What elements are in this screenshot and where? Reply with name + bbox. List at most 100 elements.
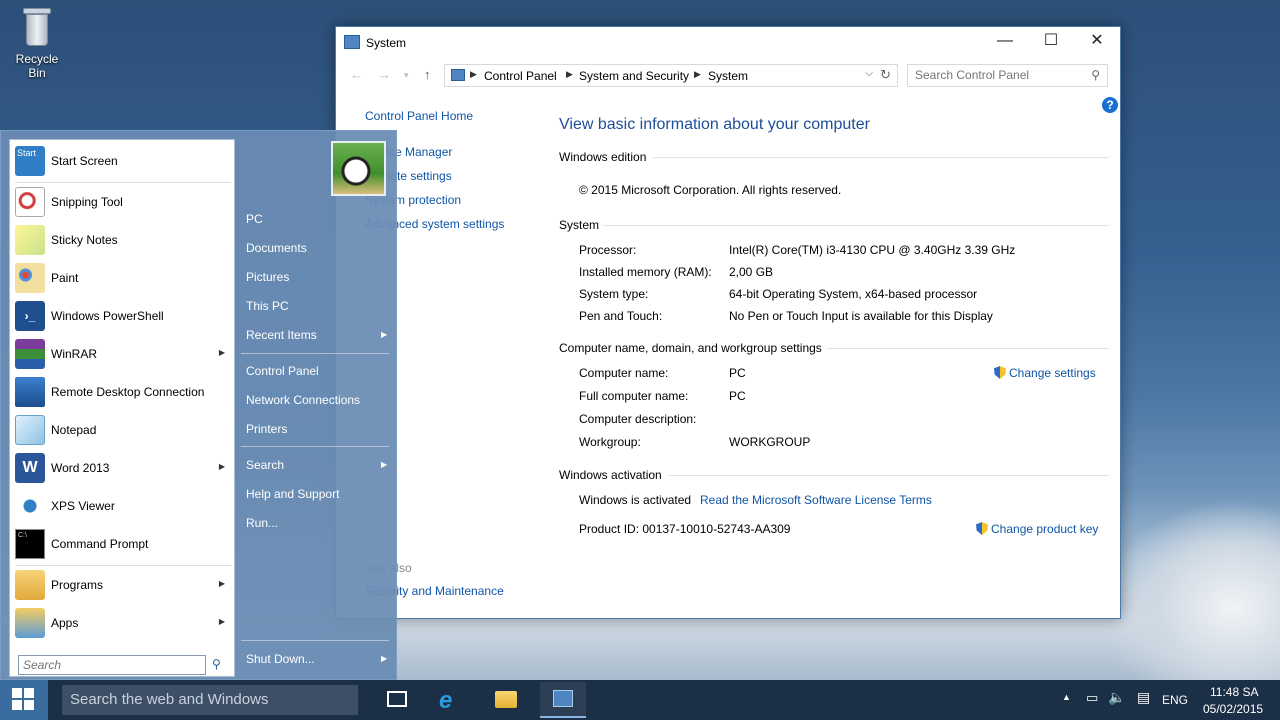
snipping-tool-icon [15,187,45,217]
forward-arrow-icon[interactable]: → [378,67,391,82]
control-panel-taskbar-button[interactable] [540,682,586,718]
action-center-icon[interactable]: ▤ [1137,689,1150,706]
start-search-input[interactable] [18,655,206,675]
menu-item-search[interactable]: Search ▶ [246,458,387,472]
windows-logo-icon [12,688,34,710]
up-arrow-icon[interactable]: ↑ [424,67,431,82]
memory-value: 2,00 GB [729,265,774,279]
processor-value: Intel(R) Core(TM) i3-4130 CPU @ 3.40GHz … [729,243,1016,257]
programs-icon [15,570,45,600]
change-settings-label[interactable]: Change settings [1009,366,1096,380]
system-type-value: 64-bit Operating System, x64-based proce… [729,287,978,301]
item-label: Snipping Tool [51,195,123,209]
menu-item-help-support[interactable]: Help and Support [246,487,339,501]
search-control-panel[interactable]: ⚲ [907,64,1108,87]
start-menu-item[interactable]: WinRAR ▶ [15,337,231,371]
title-bar[interactable]: System — ☐ ✕ [336,27,1120,59]
start-menu-item[interactable]: ›_ Windows PowerShell [15,299,231,333]
workgroup-label: Workgroup: [579,435,641,449]
address-bar[interactable]: ▶ Control Panel ▶ System and Security ▶ … [444,64,898,87]
start-menu-item[interactable]: Snipping Tool [15,185,231,219]
chevron-right-icon[interactable]: ▶ [694,69,701,80]
refresh-icon[interactable]: ↻ [880,67,891,83]
chevron-down-icon[interactable]: ⌵ [865,68,873,79]
menu-item-pc[interactable]: PC [246,212,263,226]
taskbar-search[interactable]: Search the web and Windows [62,685,358,715]
start-button[interactable] [0,680,48,720]
start-menu-programs: Start Start Screen Snipping Tool Sticky … [9,139,235,677]
help-icon[interactable]: ? [1102,97,1118,113]
section-title: Windows edition [559,150,647,164]
remote-desktop-icon [15,377,45,407]
start-menu-item[interactable]: C:\ Command Prompt [15,527,231,561]
minimize-button[interactable]: — [982,27,1028,57]
memory-label: Installed memory (RAM): [579,265,712,279]
volume-icon[interactable]: 🔈 [1108,689,1125,706]
control-panel-home-link[interactable]: Control Panel Home [365,109,473,123]
menu-item-run[interactable]: Run... [246,516,278,530]
start-menu-item[interactable]: XPS Viewer [15,489,231,523]
menu-item-pictures[interactable]: Pictures [246,270,289,284]
start-menu-item[interactable]: W Word 2013 ▶ [15,451,231,485]
activation-status: Windows is activated [579,493,692,507]
change-settings-link[interactable]: Change settings [994,366,1096,380]
clock-date[interactable]: 05/02/2015 [1203,702,1263,716]
menu-item-control-panel[interactable]: Control Panel [246,364,319,378]
recycle-bin[interactable]: Recycle Bin [6,6,68,80]
language-indicator[interactable]: ENG [1162,693,1188,707]
start-menu-item[interactable]: Start Start Screen [15,144,231,178]
breadcrumb-system[interactable]: System [708,69,748,83]
item-label: Shut Down... [246,652,315,666]
recent-locations-icon[interactable]: ▾ [404,70,409,81]
license-terms-link[interactable]: Read the Microsoft Software License Term… [700,493,932,507]
breadcrumb-control-panel[interactable]: Control Panel [484,69,557,83]
menu-item-recent-items[interactable]: Recent Items ▶ [246,328,387,342]
xps-viewer-icon [15,491,45,521]
menu-item-this-pc[interactable]: This PC [246,299,289,313]
chevron-up-icon[interactable]: ▲ [1062,692,1071,702]
recycle-bin-label: Recycle Bin [15,52,59,80]
start-menu-item[interactable]: Notepad [15,413,231,447]
change-product-key-link[interactable]: Change product key [976,522,1098,536]
maximize-button[interactable]: ☐ [1028,27,1074,57]
internet-explorer-button[interactable]: e [427,682,473,718]
network-icon[interactable]: ▭ [1086,690,1098,706]
divider [15,182,231,183]
change-product-key-label[interactable]: Change product key [991,522,1098,536]
divider [653,157,1109,158]
chevron-right-icon[interactable]: ▶ [470,69,477,80]
menu-item-printers[interactable]: Printers [246,422,287,436]
divider [241,446,389,447]
close-button[interactable]: ✕ [1074,27,1120,57]
shut-down-button[interactable]: Shut Down... ▶ [246,652,387,666]
start-menu-item[interactable]: Sticky Notes [15,223,231,257]
chevron-right-icon[interactable]: ▶ [566,69,573,80]
search-icon[interactable]: ⚲ [212,657,221,671]
search-input[interactable] [908,65,1078,85]
start-menu-item[interactable]: Programs ▶ [15,568,231,602]
file-explorer-button[interactable] [483,682,529,718]
item-label: Remote Desktop Connection [51,385,205,399]
item-label: Word 2013 [51,461,110,475]
section-title: Computer name, domain, and workgroup set… [559,341,822,355]
start-menu-item[interactable]: Remote Desktop Connection [15,375,231,409]
product-id: Product ID: 00137-10010-52743-AA309 [579,522,791,536]
start-menu-item[interactable]: Paint [15,261,231,295]
start-menu-item[interactable]: Apps ▶ [15,606,231,640]
submenu-arrow-icon: ▶ [218,579,225,588]
back-arrow-icon[interactable]: ← [350,67,363,82]
menu-item-documents[interactable]: Documents [246,241,307,255]
windows-edition-section: Windows edition [559,150,1109,164]
clock-time[interactable]: 11:48 SA [1210,685,1258,699]
breadcrumb-system-security[interactable]: System and Security [579,69,689,83]
item-label: Programs [51,578,104,592]
menu-item-network-connections[interactable]: Network Connections [246,393,360,407]
processor-label: Processor: [579,243,637,257]
task-view-button[interactable] [373,682,419,718]
item-label: Paint [51,271,79,285]
search-icon[interactable]: ⚲ [1091,68,1100,82]
file-explorer-icon [495,691,517,708]
section-title: System [559,218,600,232]
start-menu-places: PC Documents Pictures This PC Recent Ite… [239,131,389,679]
internet-explorer-icon: e [439,687,453,714]
